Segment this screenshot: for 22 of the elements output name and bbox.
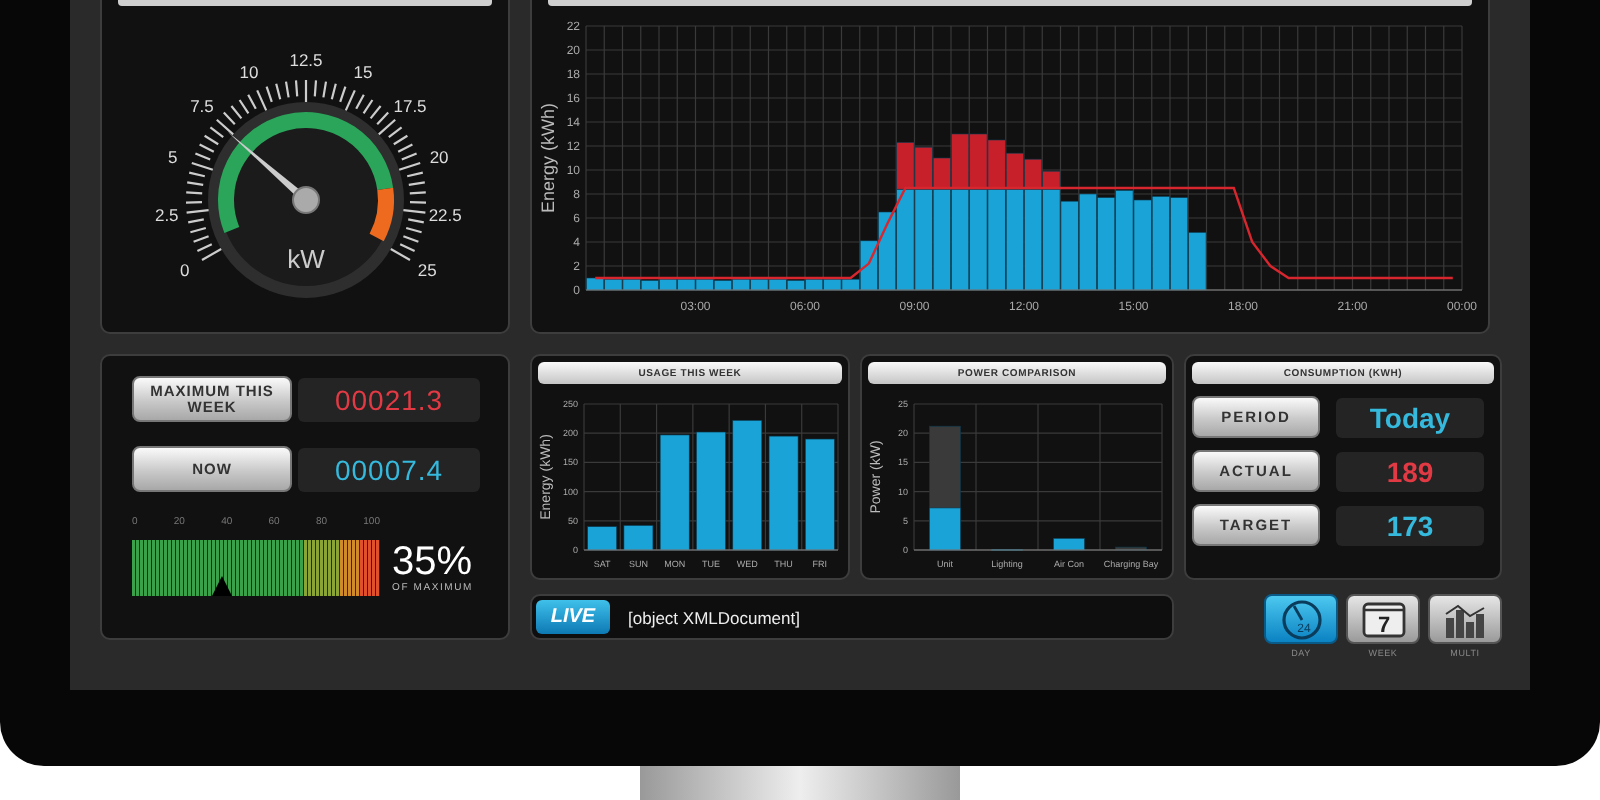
- gauge-scale-label: 20: [429, 146, 449, 167]
- reading-value: 00021.3: [298, 377, 480, 421]
- gauge-unit: kW: [287, 244, 325, 274]
- gauge-scale-label: 25: [417, 260, 437, 280]
- gauge-scale-label: 0: [180, 260, 190, 280]
- gauge-scale-label: 2.5: [154, 204, 179, 225]
- consumption-value: 189: [1336, 451, 1484, 491]
- gauge-scale-label: 5: [168, 146, 178, 167]
- gauge-scale-label: 15: [353, 62, 373, 83]
- gauge-scale-label: 12.5: [289, 50, 323, 70]
- icon-number: 7: [1376, 613, 1390, 637]
- reading-value: 00007.4: [298, 447, 480, 491]
- gauge-scale-label: 10: [239, 62, 259, 83]
- y-axis-label: Energy (kWh): [538, 103, 558, 213]
- gauge-scale-label: 17.5: [393, 96, 427, 117]
- gauge-scale-label: 22.5: [428, 204, 462, 225]
- consumption-value: 173: [1336, 505, 1484, 545]
- gauge-scale-label: 7.5: [190, 96, 214, 117]
- status-message: [object XMLDocument]: [628, 607, 800, 627]
- live-badge: LIVE: [536, 600, 610, 634]
- percent-value: 35%: [392, 542, 473, 582]
- consumption-value: Today: [1336, 397, 1484, 437]
